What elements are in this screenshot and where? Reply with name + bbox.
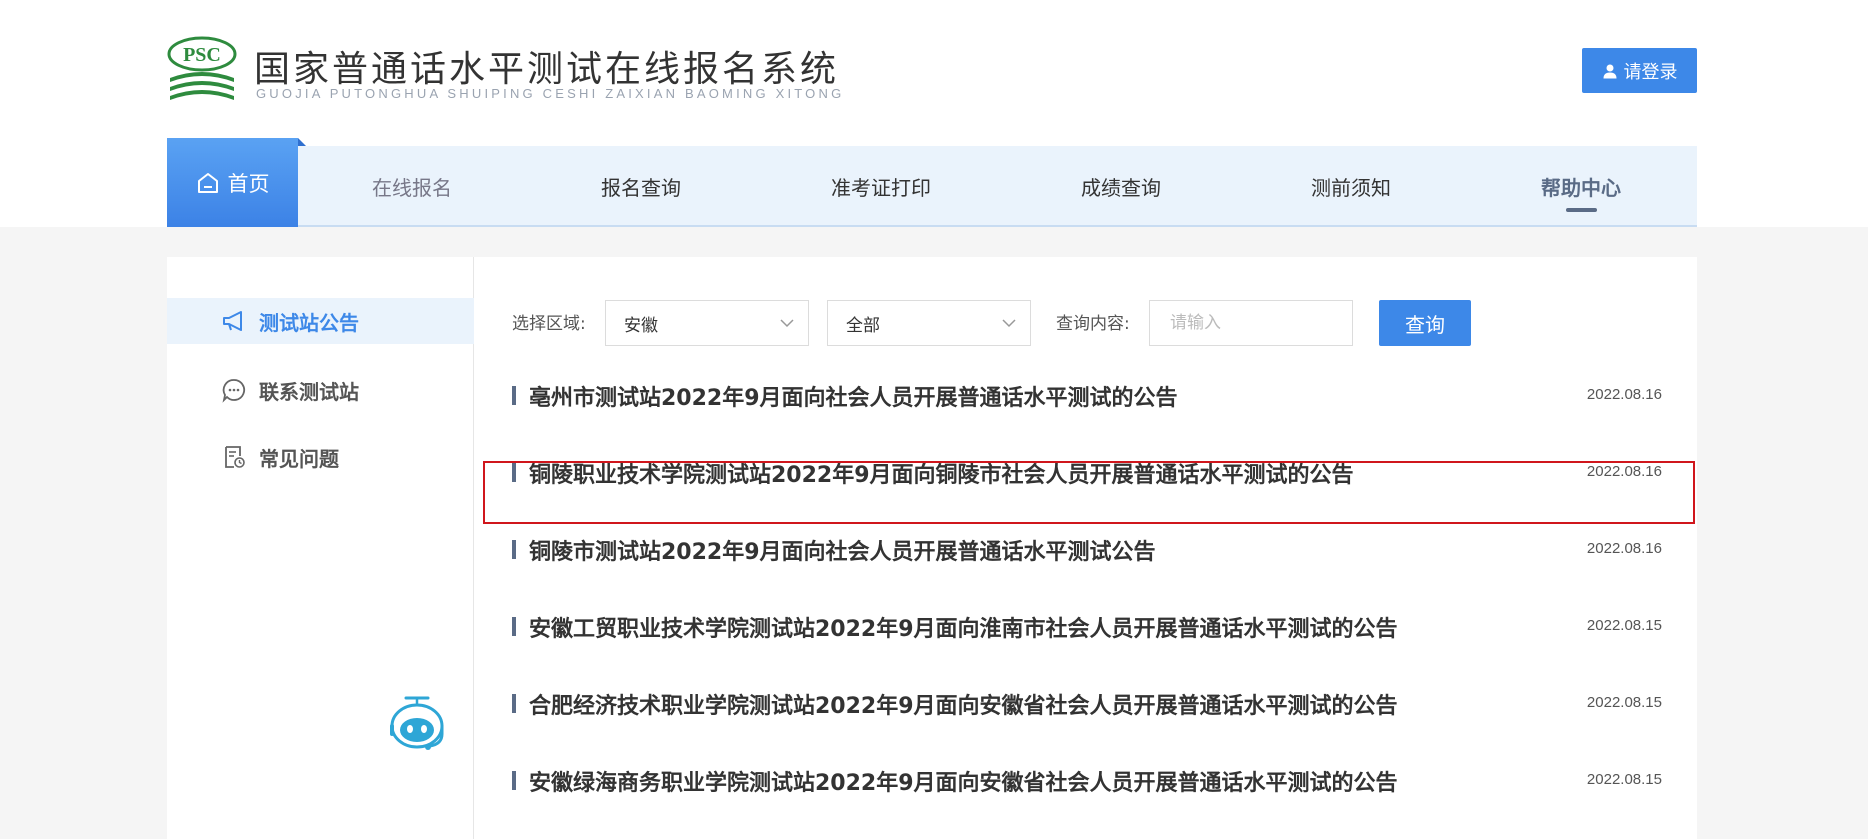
row-marker: [512, 463, 516, 482]
sidebar-item-label: 常见问题: [259, 446, 339, 471]
announcement-row[interactable]: 铜陵职业技术学院测试站2022年9月面向铜陵市社会人员开展普通话水平测试的公告 …: [512, 433, 1662, 510]
announcement-row[interactable]: 亳州市测试站2022年9月面向社会人员开展普通话水平测试的公告 2022.08.…: [512, 356, 1662, 433]
sidebar-item-contact[interactable]: 联系测试站: [167, 367, 474, 413]
nav-score-query[interactable]: 成绩查询: [1081, 146, 1161, 227]
nav-online-registration[interactable]: 在线报名: [372, 146, 452, 227]
sidebar-item-announcements[interactable]: 测试站公告: [167, 298, 474, 344]
sidebar-item-label: 测试站公告: [259, 310, 359, 335]
megaphone-icon: [223, 311, 242, 331]
nav-active-indicator: [1566, 208, 1597, 212]
nav-registration-query[interactable]: 报名查询: [601, 146, 681, 227]
announcement-row[interactable]: 安徽绿海商务职业学院测试站2022年9月面向安徽省社会人员开展普通话水平测试的公…: [512, 741, 1662, 818]
announcement-title[interactable]: 铜陵职业技术学院测试站2022年9月面向铜陵市社会人员开展普通话水平测试的公告: [529, 457, 1354, 489]
sidebar: 测试站公告 联系测试站 常见问题: [167, 257, 474, 839]
query-input[interactable]: [1149, 300, 1353, 346]
sidebar-item-label: 联系测试站: [259, 379, 359, 404]
region-select-value: 安徽: [624, 315, 658, 336]
announcement-date: 2022.08.16: [1586, 540, 1662, 557]
site-title: 国家普通话水平测试在线报名系统: [254, 49, 840, 90]
announcement-row[interactable]: 安徽工贸职业技术学院测试站2022年9月面向淮南市社会人员开展普通话水平测试的公…: [512, 587, 1662, 664]
document-clock-icon: [225, 446, 245, 468]
site-logo[interactable]: PSC 国家普通话水平测试在线报名系统 GUOJIA PUTONGHUA SHU…: [166, 36, 841, 108]
nav-pre-test-notice[interactable]: 测前须知: [1311, 146, 1391, 227]
row-marker: [512, 771, 516, 790]
user-icon: [1603, 64, 1616, 78]
announcement-title[interactable]: 亳州市测试站2022年9月面向社会人员开展普通话水平测试的公告: [529, 380, 1178, 412]
content-card: 测试站公告 联系测试站 常见问题 选择区域: 安徽 全部 查询内容: 请输入 查…: [167, 257, 1697, 839]
row-marker: [512, 694, 516, 713]
login-label: 请登录: [1623, 61, 1678, 82]
home-icon: [197, 172, 218, 193]
region-label: 选择区域:: [512, 314, 586, 334]
announcement-date: 2022.08.16: [1586, 386, 1662, 403]
announcement-date: 2022.08.15: [1586, 771, 1662, 788]
row-marker: [512, 540, 516, 559]
row-marker: [512, 617, 516, 636]
region-select[interactable]: 安徽: [605, 300, 809, 346]
announcement-title[interactable]: 铜陵市测试站2022年9月面向社会人员开展普通话水平测试公告: [529, 534, 1156, 566]
sidebar-item-faq[interactable]: 常见问题: [167, 434, 474, 480]
nav-home-label: 首页: [227, 171, 270, 196]
announcement-date: 2022.08.15: [1586, 617, 1662, 634]
query-label: 查询内容:: [1056, 314, 1130, 334]
announcement-date: 2022.08.16: [1586, 463, 1662, 480]
chat-bubble-icon: [222, 379, 246, 403]
announcement-row[interactable]: 铜陵市测试站2022年9月面向社会人员开展普通话水平测试公告 2022.08.1…: [512, 510, 1662, 587]
announcement-title[interactable]: 合肥经济技术职业学院测试站2022年9月面向安徽省社会人员开展普通话水平测试的公…: [529, 688, 1398, 720]
nav-home[interactable]: 首页: [167, 138, 306, 227]
chevron-down-icon: [1002, 319, 1016, 328]
psc-logo-icon: PSC: [167, 36, 237, 100]
site-subtitle: GUOJIA PUTONGHUA SHUIPING CESHI ZAIXIAN …: [256, 86, 845, 101]
main-nav: 首页 在线报名 报名查询 准考证打印 成绩查询 测前须知 帮助中心: [167, 138, 1697, 227]
city-select[interactable]: 全部: [827, 300, 1031, 346]
city-select-value: 全部: [846, 315, 880, 336]
svg-text:PSC: PSC: [183, 44, 221, 66]
row-marker: [512, 386, 516, 405]
announcement-title[interactable]: 安徽绿海商务职业学院测试站2022年9月面向安徽省社会人员开展普通话水平测试的公…: [529, 765, 1398, 797]
login-button[interactable]: 请登录: [1582, 48, 1697, 93]
query-button[interactable]: 查询: [1379, 300, 1471, 346]
nav-help-center[interactable]: 帮助中心: [1541, 146, 1621, 227]
chevron-down-icon: [780, 319, 794, 328]
nav-admission-ticket-print[interactable]: 准考证打印: [831, 146, 931, 227]
announcement-row[interactable]: 合肥经济技术职业学院测试站2022年9月面向安徽省社会人员开展普通话水平测试的公…: [512, 664, 1662, 741]
announcement-title[interactable]: 安徽工贸职业技术学院测试站2022年9月面向淮南市社会人员开展普通话水平测试的公…: [529, 611, 1398, 643]
customer-service-robot-icon[interactable]: [382, 692, 452, 754]
announcement-date: 2022.08.15: [1586, 694, 1662, 711]
